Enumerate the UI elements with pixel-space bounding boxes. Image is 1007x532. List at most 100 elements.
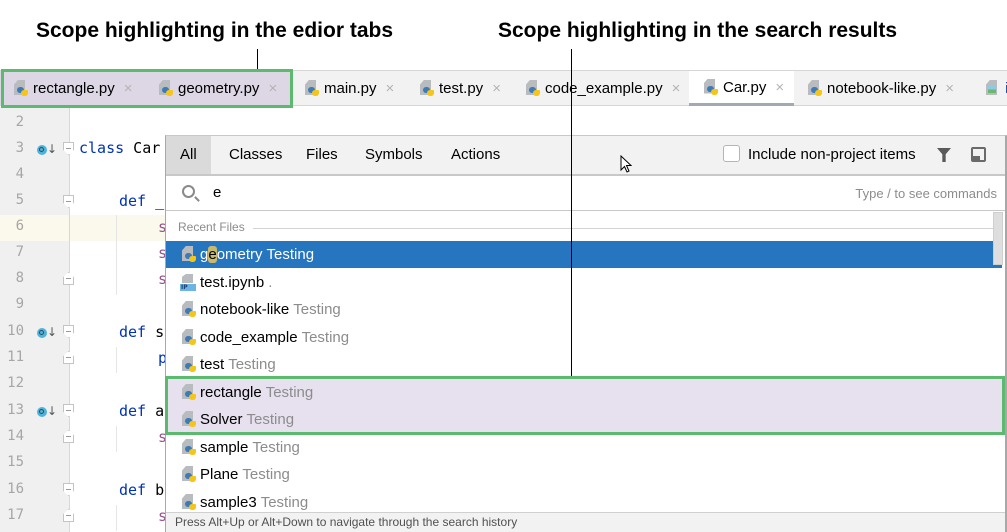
result-name: test (200, 356, 225, 373)
tab-code-example-py[interactable]: code_example.py × (524, 71, 680, 106)
result-item[interactable]: IP test.ipynb . (166, 269, 1002, 296)
result-item[interactable]: rectangle Testing (166, 379, 1002, 406)
close-icon[interactable]: × (386, 80, 395, 97)
overridden-method-icon[interactable]: ↓ (37, 404, 57, 418)
tab-label: geometry.py (178, 80, 260, 97)
result-item[interactable]: geometry Testing (166, 241, 1002, 268)
python-file-icon (806, 80, 822, 97)
keyword: def (119, 481, 147, 499)
line-number: 8 (15, 270, 24, 286)
python-file-icon (180, 329, 196, 346)
result-item[interactable]: Solver Testing (166, 406, 1002, 433)
result-item[interactable]: Plane Testing (166, 461, 1002, 488)
indent-guide (116, 426, 117, 452)
python-file-icon (180, 301, 196, 318)
search-scope-tabs: All Classes Files Symbols Actions Includ… (166, 136, 1005, 176)
python-file-icon (157, 80, 173, 97)
search-hint: Type / to see commands (855, 186, 997, 201)
preview-toggle-icon[interactable] (971, 147, 986, 162)
search-input[interactable] (213, 184, 713, 201)
filter-icon[interactable] (937, 148, 951, 162)
close-icon[interactable]: × (124, 80, 133, 97)
close-icon[interactable]: × (268, 80, 277, 97)
line-number: 4 (15, 166, 24, 182)
result-item[interactable]: notebook-like Testing (166, 296, 1002, 323)
tab-image-file[interactable]: i (984, 71, 1007, 106)
python-file-icon (418, 80, 434, 97)
section-divider (253, 228, 993, 229)
indent-guide (116, 347, 117, 373)
code-line-10[interactable]: def s (119, 323, 164, 341)
result-location: Testing (242, 466, 290, 483)
annotation-search-results: Scope highlighting in the search results (498, 19, 898, 42)
result-location: Testing (228, 356, 276, 373)
result-name: rectangle (200, 384, 262, 401)
mouse-cursor-icon (620, 155, 632, 173)
python-file-icon (180, 439, 196, 456)
line-number: 7 (15, 244, 24, 260)
tab-label: test.py (439, 80, 484, 97)
tab-label: notebook-like.py (827, 80, 937, 97)
python-file-icon (12, 80, 28, 97)
result-location: Testing (246, 411, 295, 428)
tab-label: code_example.py (545, 80, 663, 97)
tab-geometry-py[interactable]: geometry.py × (146, 71, 292, 106)
tab-notebook-like-py[interactable]: notebook-like.py × (806, 71, 954, 106)
tab-label: main.py (324, 80, 377, 97)
indent-guide (116, 505, 117, 531)
python-file-icon (180, 246, 196, 263)
result-location: Testing (293, 301, 341, 318)
keyword: def (119, 402, 147, 420)
line-number: 5 (15, 192, 24, 208)
line-number: 14 (7, 428, 24, 444)
line-number: 9 (15, 296, 24, 312)
result-location: Testing (252, 439, 300, 456)
tab-main-py[interactable]: main.py × (303, 71, 394, 106)
identifier: s (146, 323, 165, 341)
include-non-project-label[interactable]: Include non-project items (748, 136, 916, 174)
result-name: Solver (200, 411, 243, 428)
line-number: 13 (7, 402, 24, 418)
overridden-method-icon[interactable]: ↓ (37, 325, 57, 339)
tab-actions[interactable]: Actions (437, 136, 514, 174)
line-number: 17 (7, 507, 24, 523)
search-history-hint: Press Alt+Up or Alt+Down to navigate thr… (166, 512, 1005, 532)
overridden-method-icon[interactable]: ↓ (37, 142, 57, 156)
result-location: Testing (301, 329, 350, 346)
tab-symbols[interactable]: Symbols (351, 136, 437, 174)
tab-car-py[interactable]: Car.py × (689, 71, 794, 106)
python-file-icon (702, 78, 718, 96)
code-line-16[interactable]: def b (119, 481, 164, 499)
tab-classes[interactable]: Classes (215, 136, 296, 174)
python-file-icon (180, 466, 196, 483)
python-file-icon (180, 494, 196, 511)
section-header-recent-files: Recent Files (178, 220, 245, 234)
line-number: 6 (15, 218, 24, 234)
code-line-5[interactable]: def _ (119, 192, 164, 210)
result-item[interactable]: test Testing (166, 351, 1002, 378)
close-icon[interactable]: × (672, 80, 681, 97)
result-name: notebook-like (200, 301, 290, 318)
result-location: . (268, 274, 273, 291)
result-name: Plane (200, 466, 239, 483)
tab-all[interactable]: All (166, 136, 211, 174)
editor-tab-bar: rectangle.py × geometry.py × main.py × t… (0, 70, 1007, 106)
line-number: 12 (7, 375, 24, 391)
annotation-editor-tabs: Scope highlighting in the edior tabs (36, 19, 393, 42)
tab-files[interactable]: Files (292, 136, 352, 174)
close-icon[interactable]: × (945, 80, 954, 97)
keyword: def (119, 323, 147, 341)
close-icon[interactable]: × (775, 79, 784, 96)
keyword: class (79, 139, 125, 157)
notebook-file-icon: IP (180, 274, 196, 291)
tab-rectangle-py[interactable]: rectangle.py × (0, 71, 146, 106)
result-item[interactable]: sample Testing (166, 434, 1002, 461)
results-scrollbar[interactable] (993, 212, 1003, 265)
include-non-project-checkbox[interactable] (723, 145, 740, 162)
code-line-3[interactable]: class Car (79, 139, 160, 157)
identifier: a (146, 402, 165, 420)
tab-test-py[interactable]: test.py × (418, 71, 501, 106)
close-icon[interactable]: × (492, 80, 501, 97)
code-line-13[interactable]: def a (119, 402, 164, 420)
result-item[interactable]: code_example Testing (166, 324, 1002, 351)
